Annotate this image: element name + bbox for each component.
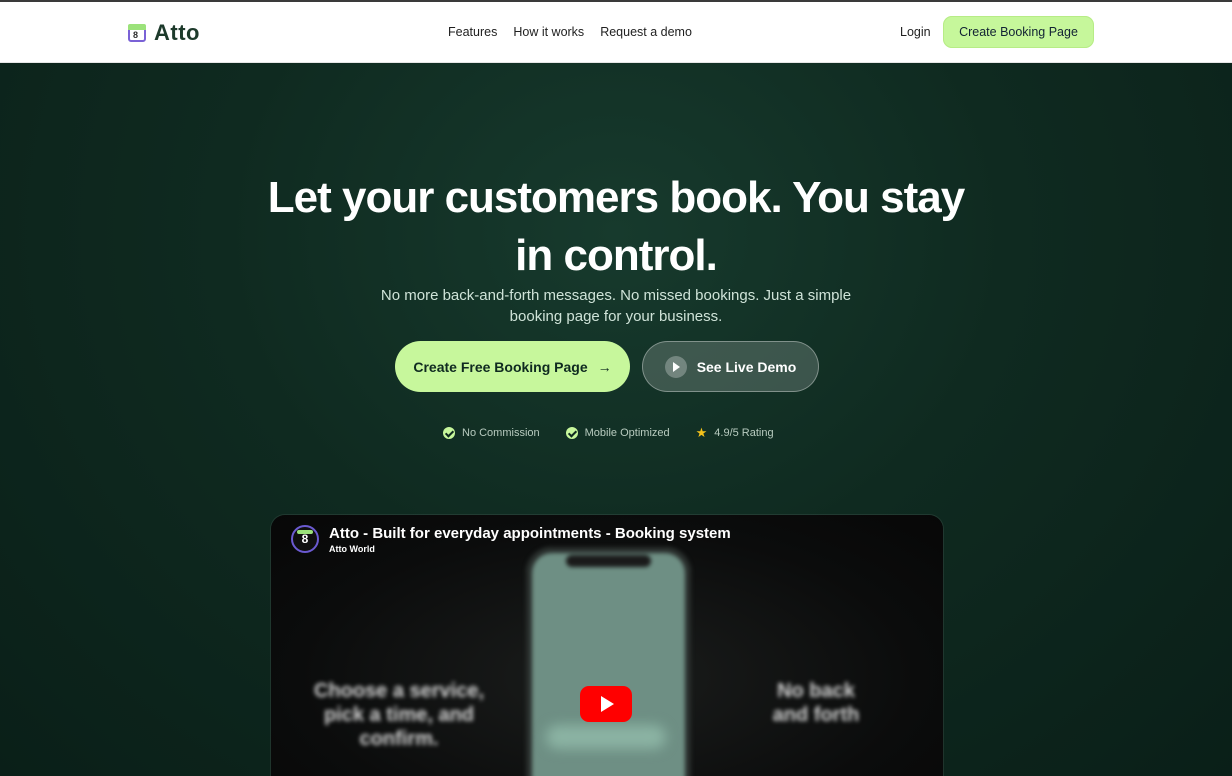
- play-icon: [601, 696, 614, 712]
- badge-label: Mobile Optimized: [584, 427, 670, 439]
- badge-label: 4.9/5 Rating: [714, 427, 774, 439]
- top-navbar: 8 Atto Features How it works Request a d…: [0, 2, 1232, 63]
- nav-link-how-it-works[interactable]: How it works: [513, 25, 584, 39]
- trust-badges: No Commission Mobile Optimized ★ 4.9/5 R…: [443, 425, 774, 440]
- channel-avatar-digit: 8: [301, 532, 309, 546]
- hero-title: Let your customers book. You stay in con…: [267, 173, 965, 281]
- badge-rating: ★ 4.9/5 Rating: [695, 425, 774, 440]
- calendar-logo-icon: 8: [128, 24, 146, 42]
- badge-mobile-optimized: Mobile Optimized: [565, 427, 670, 439]
- nav-link-features[interactable]: Features: [448, 25, 497, 39]
- video-overlay-text-right: No back and forth: [772, 680, 860, 726]
- youtube-video-embed[interactable]: Choose a service, pick a time, and confi…: [271, 515, 943, 776]
- arrow-right-icon: →: [597, 358, 612, 375]
- video-meta: Atto - Built for everyday appointments -…: [329, 525, 731, 554]
- check-circle-icon: [443, 427, 455, 439]
- create-booking-page-button[interactable]: Create Booking Page: [943, 16, 1094, 48]
- youtube-play-button[interactable]: [580, 686, 632, 722]
- hero-subtitle: No more back-and-forth messages. No miss…: [380, 287, 852, 325]
- brand-name: Atto: [154, 20, 200, 45]
- video-overlay-text-left: Choose a service, pick a time, and confi…: [313, 680, 485, 750]
- video-title[interactable]: Atto - Built for everyday appointments -…: [329, 525, 731, 542]
- channel-avatar-icon[interactable]: 8: [291, 525, 319, 553]
- brand[interactable]: 8 Atto: [128, 20, 200, 46]
- see-live-demo-label: See Live Demo: [696, 358, 797, 375]
- badge-label: No Commission: [462, 427, 540, 439]
- video-header: 8 Atto - Built for everyday appointments…: [291, 525, 731, 554]
- login-link[interactable]: Login: [900, 25, 931, 39]
- nav-link-request-demo[interactable]: Request a demo: [600, 25, 692, 39]
- nav-links: Features How it works Request a demo: [448, 25, 692, 39]
- create-free-booking-page-label: Create Free Booking Page: [413, 358, 588, 375]
- see-live-demo-button[interactable]: See Live Demo: [642, 341, 819, 392]
- badge-no-commission: No Commission: [443, 427, 540, 439]
- phone-mockup-glow: [546, 725, 666, 749]
- create-free-booking-page-button[interactable]: Create Free Booking Page →: [395, 341, 630, 392]
- star-icon: ★: [695, 425, 708, 440]
- check-circle-icon: [565, 427, 578, 439]
- logo-digit: 8: [133, 30, 139, 40]
- video-channel-name[interactable]: Atto World: [329, 544, 731, 554]
- play-icon: [664, 355, 687, 378]
